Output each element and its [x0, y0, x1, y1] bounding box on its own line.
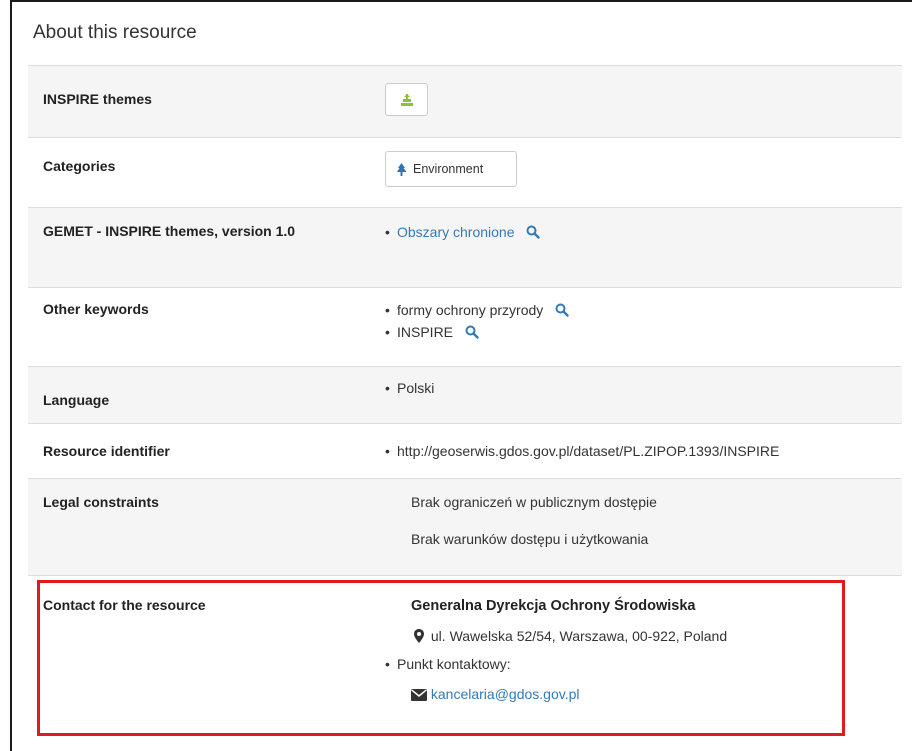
row-language: Language Polski: [28, 366, 902, 423]
resource-identifier-value: http://geoserwis.gdos.gov.pl/dataset/PL.…: [397, 443, 780, 459]
row-label: Other keywords: [43, 301, 149, 317]
metadata-table: INSPIRE themes Categories Environment GE…: [28, 65, 902, 745]
search-icon[interactable]: [526, 225, 541, 239]
theme-icon: [400, 93, 413, 106]
row-label: Categories: [43, 158, 116, 174]
keyword-text: INSPIRE: [397, 324, 454, 340]
language-value: Polski: [397, 380, 435, 396]
search-icon[interactable]: [555, 303, 569, 317]
row-label: Legal constraints: [43, 494, 159, 510]
row-legal-constraints: Legal constraints Brak ograniczeń w publ…: [28, 478, 902, 575]
row-label: Contact for the resource: [43, 597, 206, 613]
map-marker-icon: [414, 629, 424, 643]
list-item: formy ochrony przyrody: [385, 299, 902, 321]
list-item: Punkt kontaktowy:: [385, 653, 902, 675]
section-title: About this resource: [33, 22, 197, 43]
list-item: INSPIRE: [385, 321, 902, 343]
contact-organisation: Generalna Dyrekcja Ochrony Środowiska: [411, 598, 696, 614]
row-label: Language: [43, 392, 110, 408]
row-inspire-themes: INSPIRE themes: [28, 65, 902, 137]
contact-role: Punkt kontaktowy:: [397, 656, 511, 672]
row-gemet: GEMET - INSPIRE themes, version 1.0 Obsz…: [28, 207, 902, 287]
keyword-text: formy ochrony przyrody: [397, 302, 544, 318]
list-item: http://geoserwis.gdos.gov.pl/dataset/PL.…: [385, 440, 902, 462]
row-contact: Contact for the resource Generalna Dyrek…: [28, 575, 902, 745]
legal-constraint-text: Brak warunków dostępu i użytkowania: [411, 531, 649, 547]
contact-email-line: kancelaria@gdos.gov.pl: [385, 683, 902, 705]
legal-constraint-text: Brak ograniczeń w publicznym dostępie: [411, 494, 657, 510]
row-categories: Categories Environment: [28, 137, 902, 207]
row-label: GEMET - INSPIRE themes, version 1.0: [43, 223, 296, 239]
contact-email-link[interactable]: kancelaria@gdos.gov.pl: [431, 686, 580, 702]
category-environment-button[interactable]: Environment: [385, 151, 517, 187]
category-label: Environment: [413, 162, 484, 176]
contact-address-line: ul. Wawelska 52/54, Warszawa, 00-922, Po…: [385, 625, 902, 647]
tree-icon: [397, 162, 407, 176]
row-label: Resource identifier: [43, 443, 170, 459]
contact-address: ul. Wawelska 52/54, Warszawa, 00-922, Po…: [430, 628, 728, 644]
row-resource-identifier: Resource identifier http://geoserwis.gdo…: [28, 423, 902, 478]
row-other-keywords: Other keywords formy ochrony przyrody IN…: [28, 287, 902, 366]
row-label: INSPIRE themes: [43, 91, 152, 107]
search-icon[interactable]: [465, 325, 479, 339]
envelope-icon: [411, 689, 427, 701]
list-item: Polski: [385, 377, 902, 399]
list-item: Obszary chronione: [385, 221, 902, 243]
keyword-link[interactable]: Obszary chronione: [397, 224, 515, 240]
inspire-theme-button[interactable]: [385, 83, 428, 116]
